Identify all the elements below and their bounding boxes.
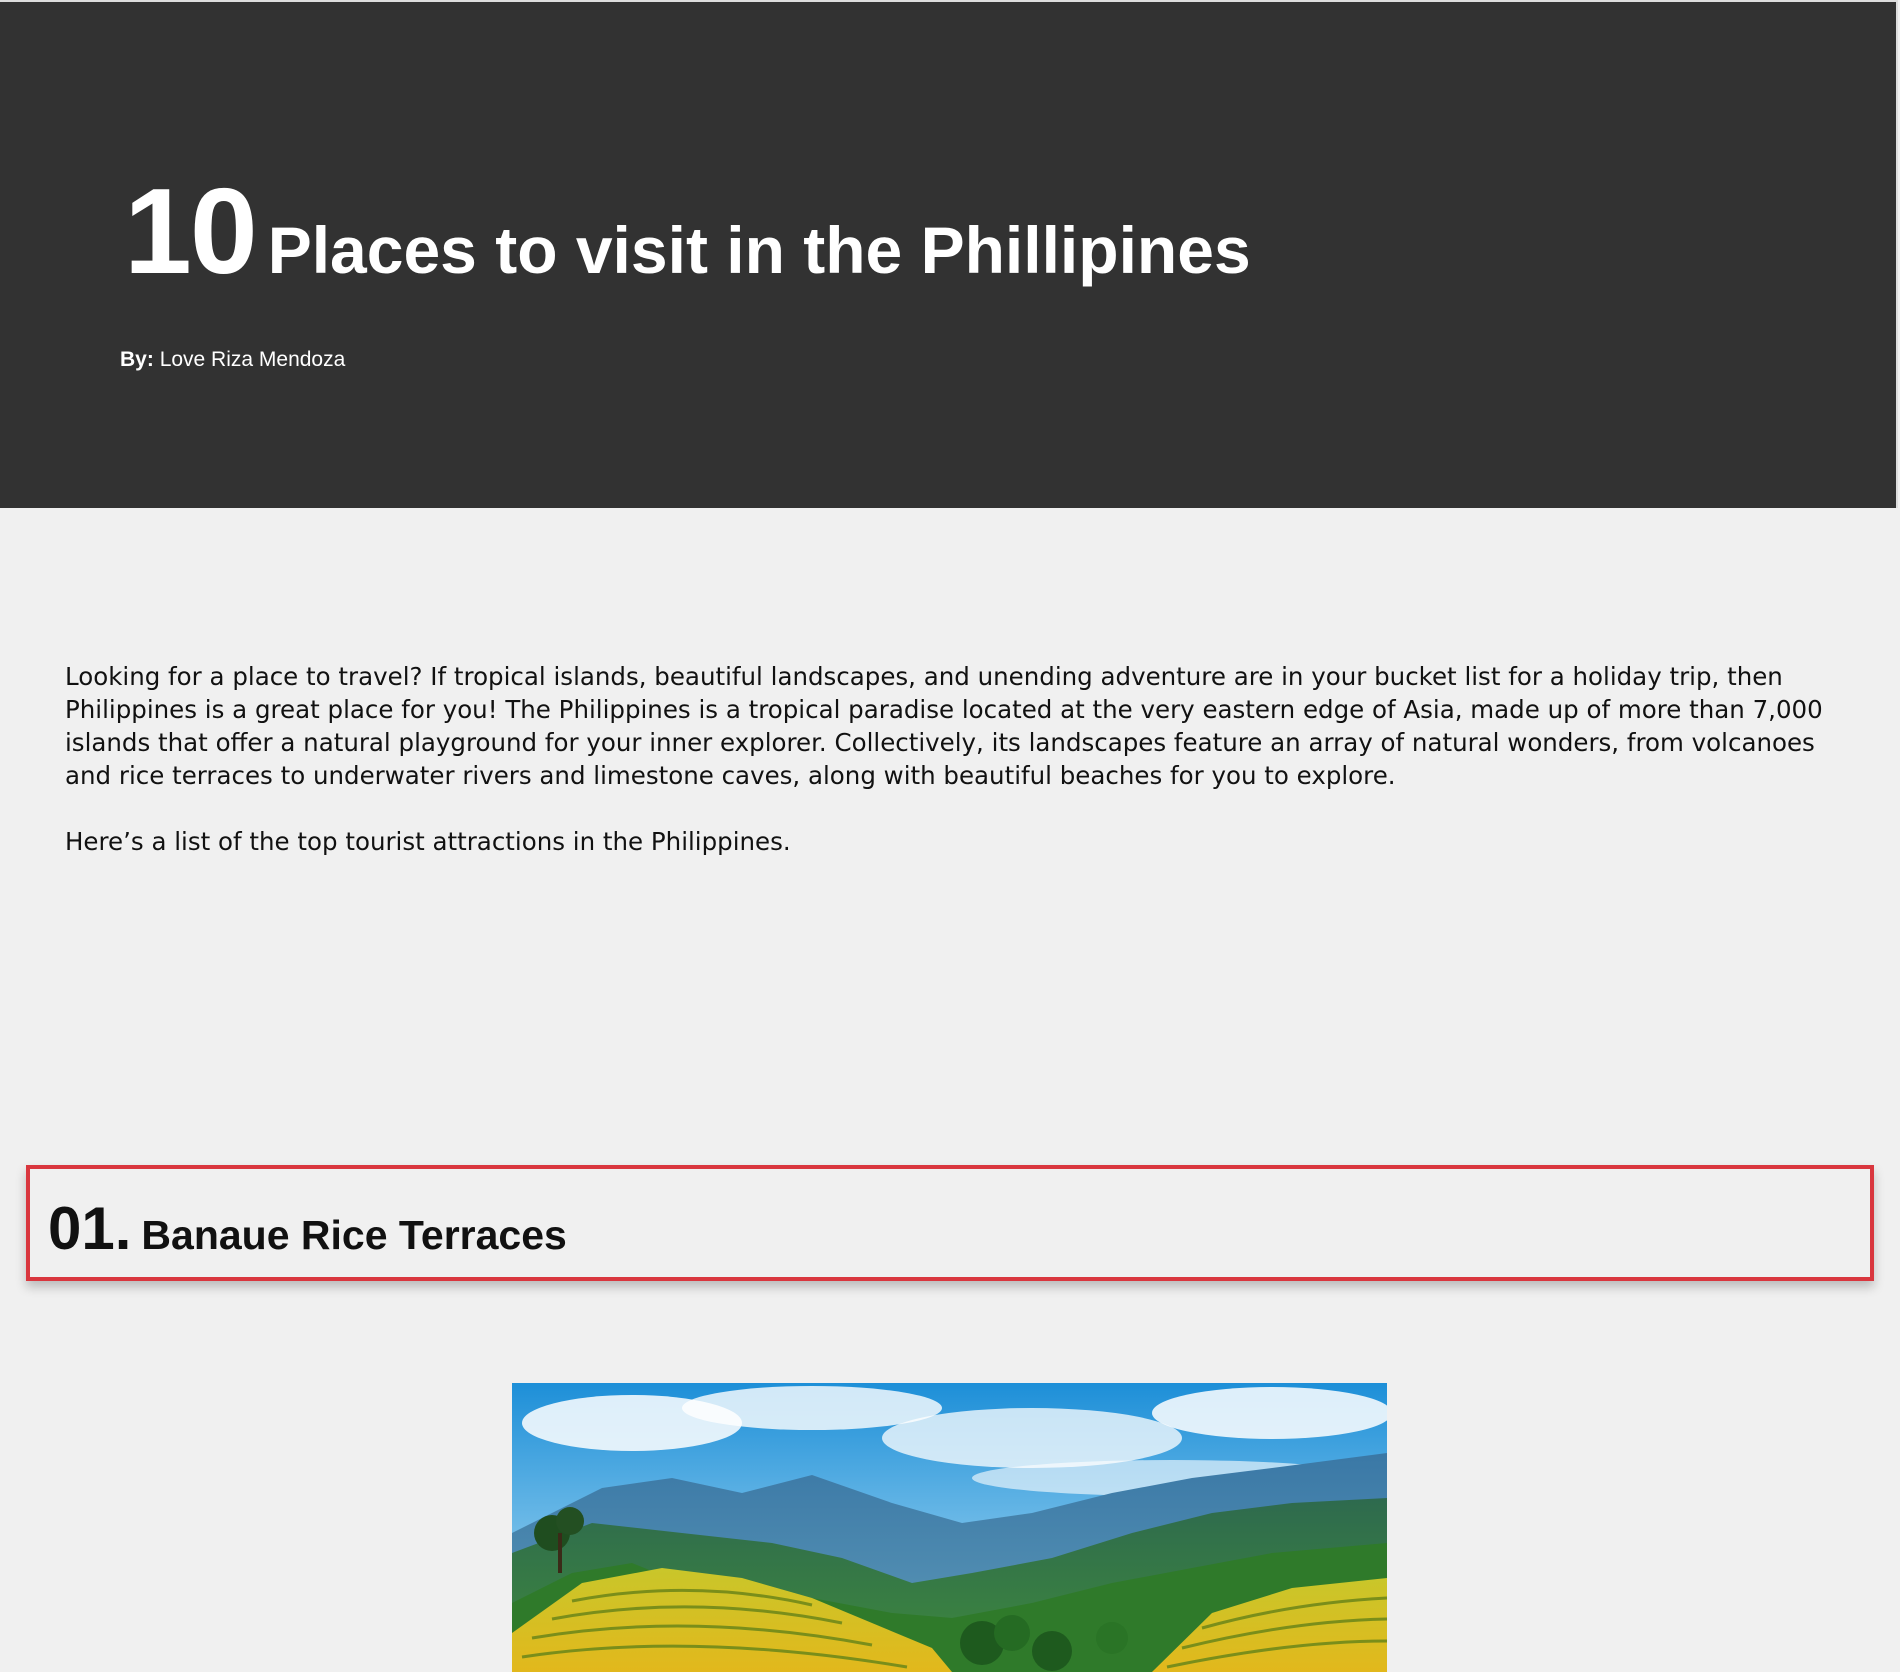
intro-list-lead: Here’s a list of the top tourist attract… [65,827,791,856]
rice-terraces-photo [512,1383,1387,1672]
section-heading-box: 01. Banaue Rice Terraces [26,1165,1874,1281]
section-title: 01. Banaue Rice Terraces [48,1199,567,1259]
byline-label: By: [120,348,154,371]
intro-paragraph: Looking for a place to travel? If tropic… [65,662,1823,790]
title-number: 10 [124,163,258,299]
byline-author: Love Riza Mendoza [159,348,346,371]
title-text: Places to visit in the Phillipines [267,213,1251,287]
page-title: 10 Places to visit in the Phillipines [124,170,1251,292]
hero-banner: 10 Places to visit in the Phillipines By:… [0,0,1898,508]
intro-section: Looking for a place to travel? If tropic… [65,660,1845,891]
byline: By: Love Riza Mendoza [120,348,345,372]
section-number: 01. [48,1195,132,1262]
section-title-text: Banaue Rice Terraces [141,1212,567,1258]
rice-terraces-image [512,1383,1387,1672]
